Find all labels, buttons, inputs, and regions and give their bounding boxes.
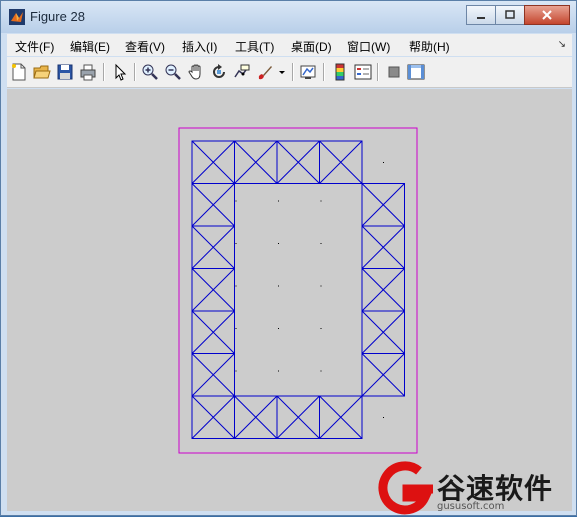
truss-cell (276, 395, 320, 439)
truss-cell (234, 395, 278, 439)
menu-bar: 文件(F) 编辑(E) 查看(V) 插入(I) 工具(T) 桌面(D) 窗口(W… (7, 34, 572, 56)
node-point (278, 243, 279, 244)
node-point (320, 328, 322, 329)
truss-cell (191, 225, 235, 269)
node-point (278, 285, 279, 287)
menu-file[interactable]: 文件(F) (15, 38, 54, 55)
pan-hand-icon[interactable] (187, 63, 205, 81)
matlab-icon (9, 9, 25, 25)
pointer-icon[interactable] (111, 63, 129, 81)
truss-cell (191, 140, 235, 184)
open-folder-icon[interactable] (33, 63, 51, 81)
title-bar[interactable]: Figure 28 (1, 1, 576, 33)
truss-cell (234, 140, 278, 184)
node-point (320, 285, 322, 287)
node-point (235, 243, 237, 244)
brush-icon[interactable] (256, 63, 274, 81)
menu-window[interactable]: 窗口(W) (347, 38, 390, 55)
node-point (320, 243, 322, 244)
minimize-button[interactable] (466, 5, 496, 25)
truss-cell (191, 310, 235, 354)
new-file-icon[interactable] (10, 63, 28, 81)
menu-tools[interactable]: 工具(T) (235, 38, 274, 55)
figure-toolbar (7, 57, 572, 88)
node-point (235, 200, 237, 202)
node-point (320, 200, 322, 202)
truss-cell (361, 353, 405, 397)
menu-view[interactable]: 查看(V) (125, 38, 165, 55)
close-icon (542, 10, 552, 20)
node-point (235, 370, 237, 372)
brush-dropdown-icon[interactable] (277, 63, 287, 81)
toolbar-separator (323, 63, 325, 81)
truss-cell (191, 353, 235, 397)
rotate-3d-icon[interactable] (210, 63, 228, 81)
node-point (278, 328, 279, 329)
watermark-subtext: gususoft.com (437, 501, 505, 512)
menu-desktop[interactable]: 桌面(D) (291, 38, 332, 55)
truss-plot (178, 127, 418, 454)
toolbar-separator (377, 63, 379, 81)
toolbar-separator (292, 63, 294, 81)
node-point (278, 370, 279, 372)
menu-edit[interactable]: 编辑(E) (70, 38, 110, 55)
maximize-button[interactable] (495, 5, 525, 25)
node-point (320, 370, 322, 372)
node-point (383, 162, 384, 163)
figure-window: Figure 28 文件(F) 编辑(E) 查看(V) 插入(I) 工具(T) … (0, 0, 577, 516)
legend-icon[interactable] (354, 63, 372, 81)
hide-plot-tools-icon[interactable] (385, 63, 403, 81)
truss-cell (361, 183, 405, 227)
close-button[interactable] (524, 5, 570, 25)
minimize-icon (477, 17, 485, 19)
toolbar-separator (103, 63, 105, 81)
node-point (235, 285, 237, 287)
show-plot-tools-icon[interactable] (407, 63, 425, 81)
maximize-icon (505, 10, 515, 19)
truss-cell (319, 140, 363, 184)
truss-cell (276, 140, 320, 184)
truss-cell (361, 268, 405, 312)
node-point (278, 200, 279, 202)
truss-cell (191, 183, 235, 227)
menu-help[interactable]: 帮助(H) (409, 38, 450, 55)
window-title: Figure 28 (30, 9, 85, 24)
print-icon[interactable] (79, 63, 97, 81)
watermark-logo-icon (378, 461, 433, 515)
truss-cell (191, 268, 235, 312)
truss-cell (319, 395, 363, 439)
toolbar-separator (134, 63, 136, 81)
watermark: 谷速软件 gususoft.com (377, 461, 577, 517)
link-plot-icon[interactable] (299, 63, 317, 81)
data-cursor-icon[interactable] (233, 63, 251, 81)
node-point (383, 417, 384, 418)
save-icon[interactable] (56, 63, 74, 81)
truss-cell (191, 395, 235, 439)
node-point (235, 328, 237, 329)
truss-cell (361, 310, 405, 354)
menu-overflow-icon[interactable]: ↘ (558, 39, 566, 50)
zoom-in-icon[interactable] (141, 63, 159, 81)
menu-insert[interactable]: 插入(I) (182, 38, 217, 55)
figure-canvas[interactable] (7, 89, 572, 511)
colorbar-icon[interactable] (331, 63, 349, 81)
zoom-out-icon[interactable] (164, 63, 182, 81)
truss-cell (361, 225, 405, 269)
